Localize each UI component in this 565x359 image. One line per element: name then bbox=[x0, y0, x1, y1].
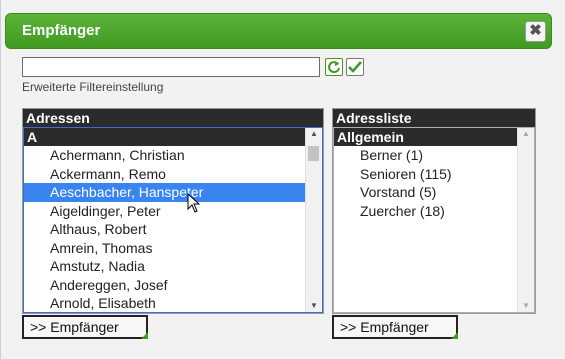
dialog-titlebar: Empfänger ✖ bbox=[5, 13, 552, 49]
filter-input[interactable] bbox=[22, 57, 320, 77]
list-item[interactable]: Senioren (115) bbox=[334, 165, 517, 184]
scroll-up-icon[interactable]: ▲ bbox=[518, 128, 534, 140]
refresh-button[interactable] bbox=[325, 58, 343, 76]
list-item[interactable]: Ackermann, Remo bbox=[24, 165, 305, 184]
close-button[interactable]: ✖ bbox=[525, 21, 546, 42]
list-item[interactable]: Amrein, Thomas bbox=[24, 239, 305, 258]
advanced-filter-link[interactable]: Erweiterte Filtereinstellung bbox=[22, 80, 163, 94]
list-item[interactable]: Vorstand (5) bbox=[334, 183, 517, 202]
addresses-scrollbar[interactable]: ▲ ▼ bbox=[305, 128, 322, 312]
dialog-title: Empfänger bbox=[22, 22, 101, 39]
corner-marker-icon bbox=[141, 332, 148, 339]
list-item[interactable]: Berner (1) bbox=[334, 146, 517, 165]
recipient-dialog: Empfänger ✖ Erweiterte Filtereinstellung… bbox=[0, 0, 565, 359]
scroll-down-icon[interactable]: ▼ bbox=[306, 300, 322, 312]
address-lists-panel: Adressliste Allgemein Berner (1) Seniore… bbox=[332, 108, 536, 314]
addresses-panel: Adressen A Achermann, Christian Ackerman… bbox=[22, 108, 324, 314]
address-lists-header: Adressliste bbox=[333, 109, 535, 127]
list-item[interactable]: Arnold, Elisabeth bbox=[24, 294, 305, 312]
list-item-selected[interactable]: Aeschbacher, Hanspeter bbox=[24, 183, 305, 202]
corner-marker-icon bbox=[451, 332, 458, 339]
list-item[interactable]: Althaus, Robert bbox=[24, 220, 305, 239]
group-header-allgemein: Allgemein bbox=[334, 128, 517, 146]
scrollbar-thumb[interactable] bbox=[308, 146, 319, 161]
address-lists-listbox[interactable]: Allgemein Berner (1) Senioren (115) Vors… bbox=[333, 127, 535, 313]
addresses-header: Adressen bbox=[23, 109, 323, 127]
address-lists-scrollbar[interactable]: ▲ ▼ bbox=[517, 128, 534, 312]
close-icon: ✖ bbox=[529, 22, 542, 39]
add-recipients-button[interactable]: >> Empfänger bbox=[22, 315, 148, 339]
add-list-recipients-button[interactable]: >> Empfänger bbox=[332, 315, 458, 339]
add-recipients-label: >> Empfänger bbox=[30, 319, 119, 335]
list-item[interactable]: Amstutz, Nadia bbox=[24, 257, 305, 276]
refresh-icon bbox=[328, 61, 340, 74]
mouse-pointer-icon bbox=[187, 193, 201, 213]
list-item[interactable]: Aigeldinger, Peter bbox=[24, 202, 305, 221]
addresses-listbox[interactable]: A Achermann, Christian Ackermann, Remo A… bbox=[23, 127, 323, 313]
list-item[interactable]: Andereggen, Josef bbox=[24, 276, 305, 295]
group-header-a: A bbox=[24, 128, 305, 146]
add-list-recipients-label: >> Empfänger bbox=[340, 319, 429, 335]
list-item[interactable]: Achermann, Christian bbox=[24, 146, 305, 165]
list-item[interactable]: Zuercher (18) bbox=[334, 202, 517, 221]
apply-filter-button[interactable] bbox=[346, 58, 364, 76]
scroll-down-icon[interactable]: ▼ bbox=[518, 300, 534, 312]
scroll-up-icon[interactable]: ▲ bbox=[306, 128, 322, 140]
checkmark-icon bbox=[348, 61, 362, 73]
